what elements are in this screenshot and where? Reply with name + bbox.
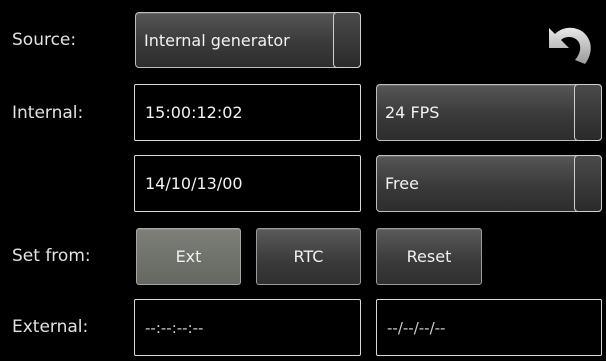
set-from-label: Set from: — [12, 246, 91, 266]
ext-button[interactable]: Ext — [136, 228, 241, 285]
source-dropdown-handle[interactable] — [333, 12, 361, 68]
run-mode-value: Free — [385, 174, 419, 193]
source-dropdown[interactable]: Internal generator — [135, 12, 361, 68]
reset-button[interactable]: Reset — [376, 228, 482, 285]
external-userbits-field: --/--/--/-- — [376, 299, 602, 356]
frame-rate-value: 24 FPS — [385, 103, 440, 122]
rtc-button[interactable]: RTC — [256, 228, 361, 285]
undo-icon[interactable] — [545, 18, 595, 68]
frame-rate-dropdown-handle[interactable] — [574, 84, 602, 141]
frame-rate-dropdown[interactable]: 24 FPS — [376, 84, 602, 141]
source-label: Source: — [12, 30, 77, 50]
external-label: External: — [12, 317, 89, 337]
run-mode-dropdown[interactable]: Free — [376, 155, 602, 212]
run-mode-dropdown-handle[interactable] — [574, 155, 602, 212]
internal-label: Internal: — [12, 103, 84, 123]
source-value: Internal generator — [144, 30, 290, 50]
internal-timecode-field[interactable]: 15:00:12:02 — [134, 84, 361, 141]
internal-userbits-field[interactable]: 14/10/13/00 — [134, 155, 361, 212]
external-timecode-field: --:--:--:-- — [134, 299, 361, 356]
